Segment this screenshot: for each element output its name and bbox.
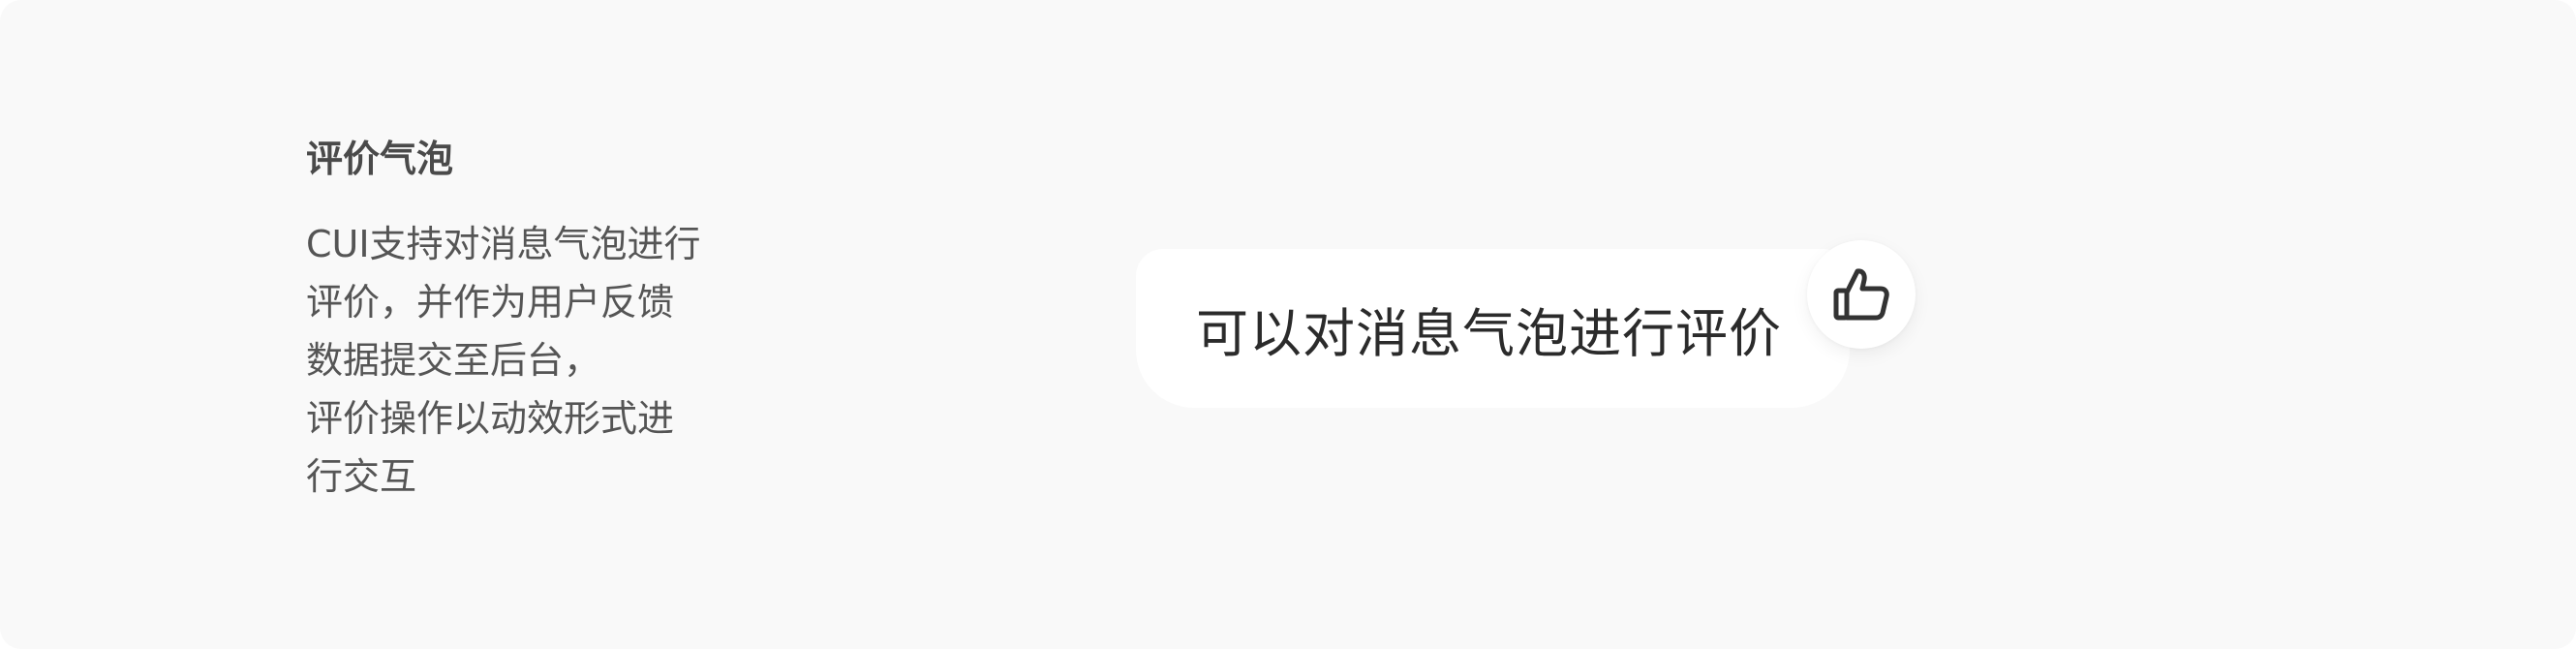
description-line: 评价操作以动效形式进 xyxy=(306,397,675,440)
section-description: CUI支持对消息气泡进行 评价，并作为用户反馈 数据提交至后台， 评价操作以动效… xyxy=(306,215,751,506)
description-line: 行交互 xyxy=(306,455,417,498)
like-button[interactable] xyxy=(1807,240,1916,349)
section-title: 评价气泡 xyxy=(306,138,454,180)
description-line: 数据提交至后台， xyxy=(306,339,601,382)
description-line: 评价，并作为用户反馈 xyxy=(306,281,675,324)
description-line: CUI支持对消息气泡进行 xyxy=(306,223,701,265)
demo-canvas: 评价气泡 CUI支持对消息气泡进行 评价，并作为用户反馈 数据提交至后台， 评价… xyxy=(0,0,2576,649)
message-text: 可以对消息气泡进行评价 xyxy=(1196,302,1782,364)
message-bubble: 可以对消息气泡进行评价 xyxy=(1136,249,1850,408)
thumbs-up-icon xyxy=(1833,268,1889,321)
